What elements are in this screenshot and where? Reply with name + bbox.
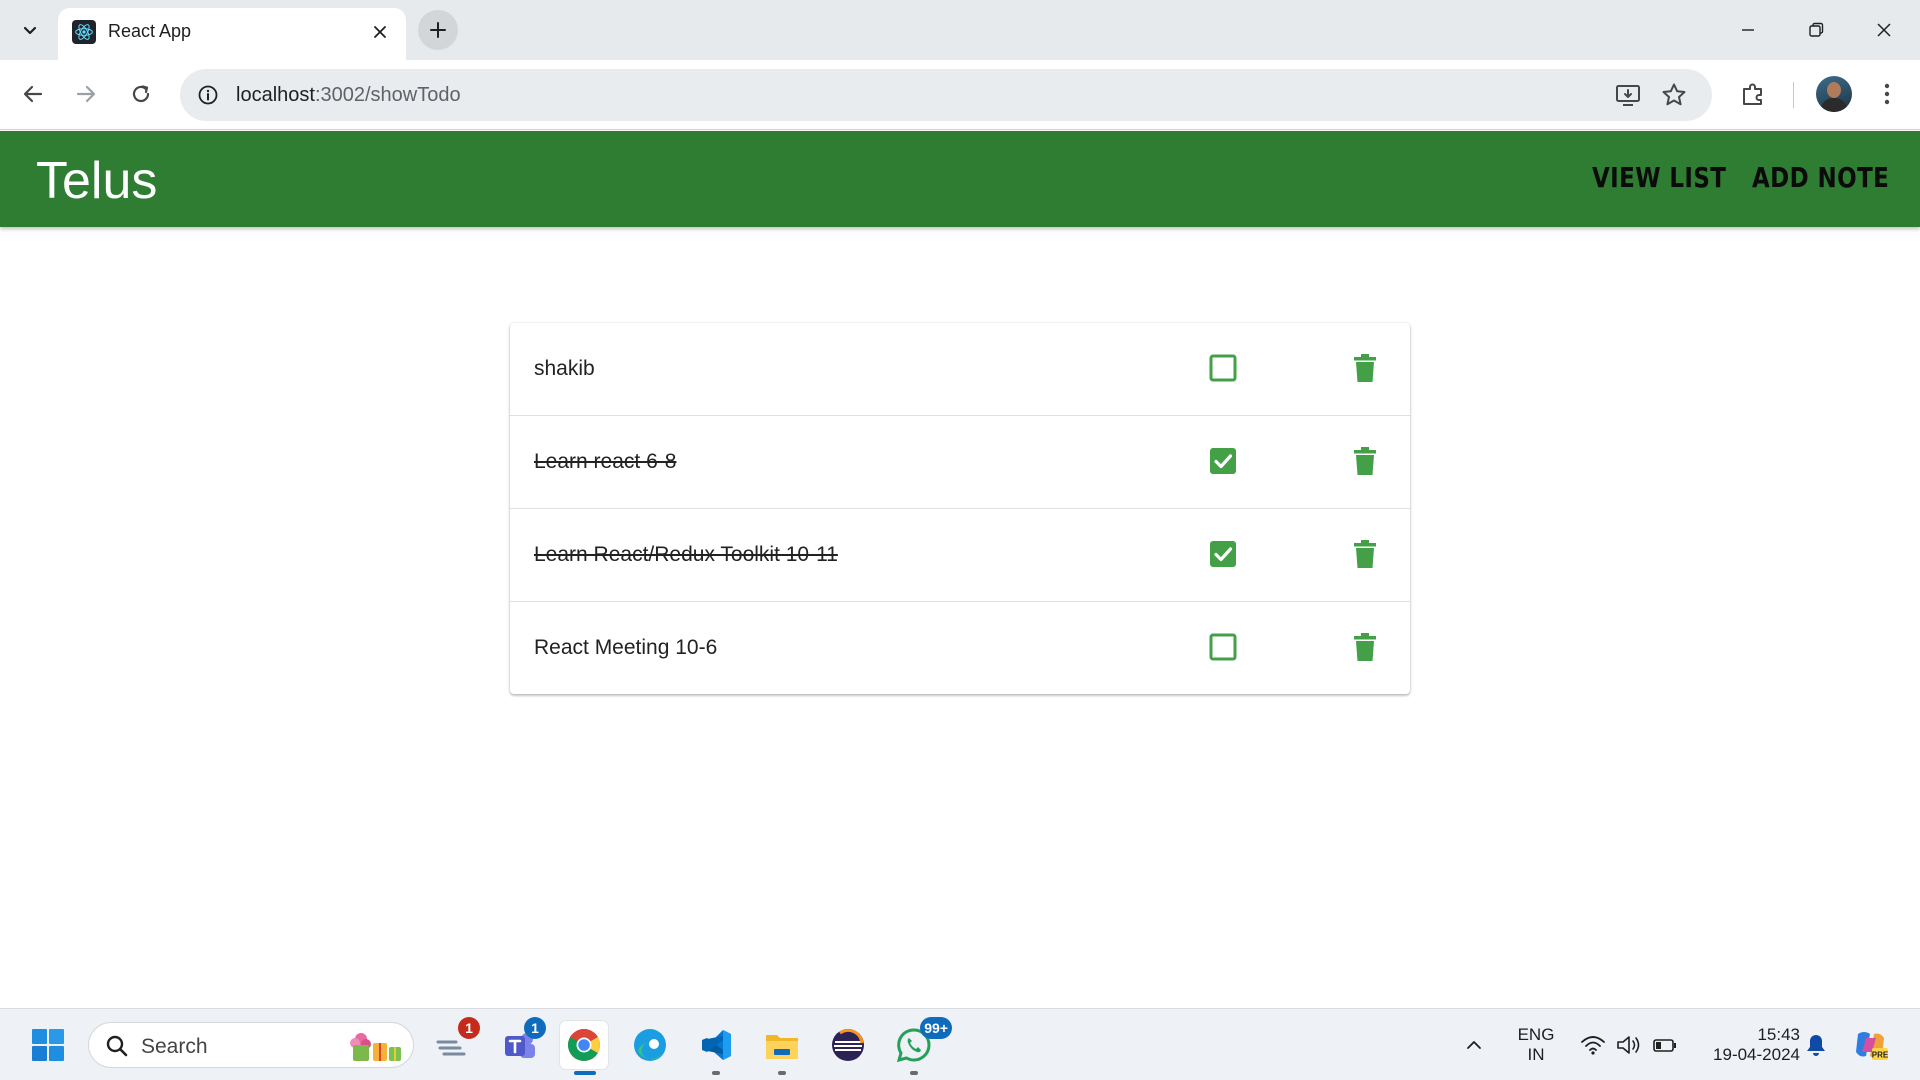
- browser-menu-icon[interactable]: [1867, 74, 1907, 114]
- nav-view-list-link[interactable]: VIEW LIST: [1592, 161, 1726, 194]
- show-hidden-icons-chevron-icon[interactable]: [1454, 1021, 1494, 1069]
- explorer-running-indicator: [778, 1071, 786, 1075]
- delete-trash-icon[interactable]: [1350, 538, 1380, 570]
- todo-text: shakib: [534, 357, 595, 380]
- app-header: Telus VIEW LIST ADD NOTE: [0, 131, 1920, 227]
- tab-title: React App: [108, 21, 192, 41]
- whatsapp-running-indicator: [910, 1071, 918, 1075]
- battery-icon: [1653, 1039, 1676, 1052]
- region-text: IN: [1527, 1045, 1545, 1064]
- edge-icon[interactable]: [626, 1021, 674, 1069]
- install-app-icon[interactable]: [1612, 79, 1644, 111]
- language-text: ENG: [1517, 1025, 1555, 1044]
- address-bar[interactable]: localhost:3002/showTodo: [180, 69, 1712, 121]
- vscode-icon[interactable]: [692, 1021, 740, 1075]
- copilot-icon[interactable]: PRE: [1846, 1021, 1894, 1069]
- todo-item: Learn react 6-8: [510, 416, 1410, 509]
- nav-add-note-link[interactable]: ADD NOTE: [1752, 161, 1889, 194]
- language-indicator[interactable]: ENG IN: [1510, 1021, 1562, 1069]
- taskbar-search-input[interactable]: Search: [88, 1022, 414, 1068]
- vscode-running-indicator: [712, 1071, 720, 1075]
- whatsapp-icon[interactable]: 99+: [890, 1017, 952, 1075]
- todo-list: shakib Learn react 6-8 Learn React/Redux…: [510, 323, 1410, 694]
- todo-text: Learn React/Redux Toolkit 10-11: [534, 543, 838, 566]
- delete-trash-icon[interactable]: [1350, 445, 1380, 477]
- clock-date: 19-04-2024: [1713, 1045, 1800, 1064]
- url-text[interactable]: localhost:3002/showTodo: [236, 84, 461, 107]
- file-explorer-icon[interactable]: [758, 1021, 806, 1075]
- teams-icon[interactable]: 1: [496, 1017, 546, 1069]
- teams-badge: 1: [524, 1017, 546, 1039]
- search-placeholder: Search: [141, 1035, 208, 1058]
- todo-checkbox[interactable]: [1208, 632, 1238, 662]
- browser-toolbar: localhost:3002/showTodo: [0, 60, 1920, 130]
- profile-avatar[interactable]: [1816, 76, 1852, 112]
- notification-bell-icon[interactable]: [1796, 1021, 1836, 1069]
- delete-trash-icon[interactable]: [1350, 631, 1380, 663]
- todo-item: Learn React/Redux Toolkit 10-11: [510, 509, 1410, 602]
- todo-item: shakib: [510, 323, 1410, 416]
- clock[interactable]: 15:43 19-04-2024: [1696, 1021, 1800, 1069]
- todo-text: Learn react 6-8: [534, 450, 677, 473]
- chrome-running-indicator: [574, 1071, 596, 1075]
- react-favicon-icon: [72, 20, 96, 44]
- close-window-icon[interactable]: [1858, 8, 1910, 52]
- browser-tabstrip: React App: [0, 0, 1920, 60]
- extensions-icon[interactable]: [1733, 74, 1773, 114]
- search-icon: [106, 1035, 128, 1057]
- todo-text: React Meeting 10-6: [534, 636, 718, 659]
- tab-close-icon[interactable]: [368, 20, 392, 44]
- clock-time: 15:43: [1757, 1025, 1800, 1044]
- windows-start-icon[interactable]: [24, 1021, 72, 1069]
- windows-taskbar: Search 1 1 99+ ENG IN 15:43 19-04-2024 P…: [0, 1008, 1920, 1080]
- checked-box-icon: [1210, 448, 1236, 474]
- todo-item: React Meeting 10-6: [510, 602, 1410, 695]
- url-path: :3002/showTodo: [314, 84, 461, 106]
- feedback-badge: 1: [458, 1017, 480, 1039]
- whatsapp-badge: 99+: [920, 1017, 952, 1039]
- chrome-taskbar-icon[interactable]: [560, 1021, 608, 1075]
- url-host: localhost: [236, 84, 315, 106]
- feedback-hub-icon[interactable]: 1: [430, 1017, 480, 1069]
- toolbar-separator: [1793, 82, 1794, 108]
- minimize-window-icon[interactable]: [1722, 8, 1774, 52]
- todo-checkbox[interactable]: [1208, 353, 1238, 383]
- bookmark-star-icon[interactable]: [1658, 79, 1690, 111]
- eclipse-icon[interactable]: [824, 1021, 872, 1069]
- quick-settings-button[interactable]: [1574, 1021, 1684, 1069]
- checked-box-icon: [1210, 541, 1236, 567]
- back-arrow-icon[interactable]: [13, 74, 53, 114]
- svg-text:PRE: PRE: [1872, 1051, 1888, 1060]
- tab-search-dropdown-icon[interactable]: [12, 12, 48, 48]
- todo-checkbox[interactable]: [1208, 539, 1238, 569]
- unchecked-box-icon: [1209, 354, 1237, 382]
- volume-icon: [1617, 1036, 1640, 1054]
- search-highlight-gifts-icon: [350, 1033, 401, 1061]
- todo-checkbox[interactable]: [1208, 446, 1238, 476]
- unchecked-box-icon: [1209, 633, 1237, 661]
- browser-tab-active[interactable]: React App: [58, 8, 406, 60]
- forward-arrow-icon[interactable]: [66, 74, 106, 114]
- new-tab-button[interactable]: [418, 10, 458, 50]
- wifi-icon: [1581, 1036, 1605, 1055]
- delete-trash-icon[interactable]: [1350, 352, 1380, 384]
- restore-window-icon[interactable]: [1790, 8, 1842, 52]
- brand-title[interactable]: Telus: [36, 151, 157, 211]
- reload-icon[interactable]: [121, 74, 161, 114]
- site-info-icon[interactable]: [192, 79, 224, 111]
